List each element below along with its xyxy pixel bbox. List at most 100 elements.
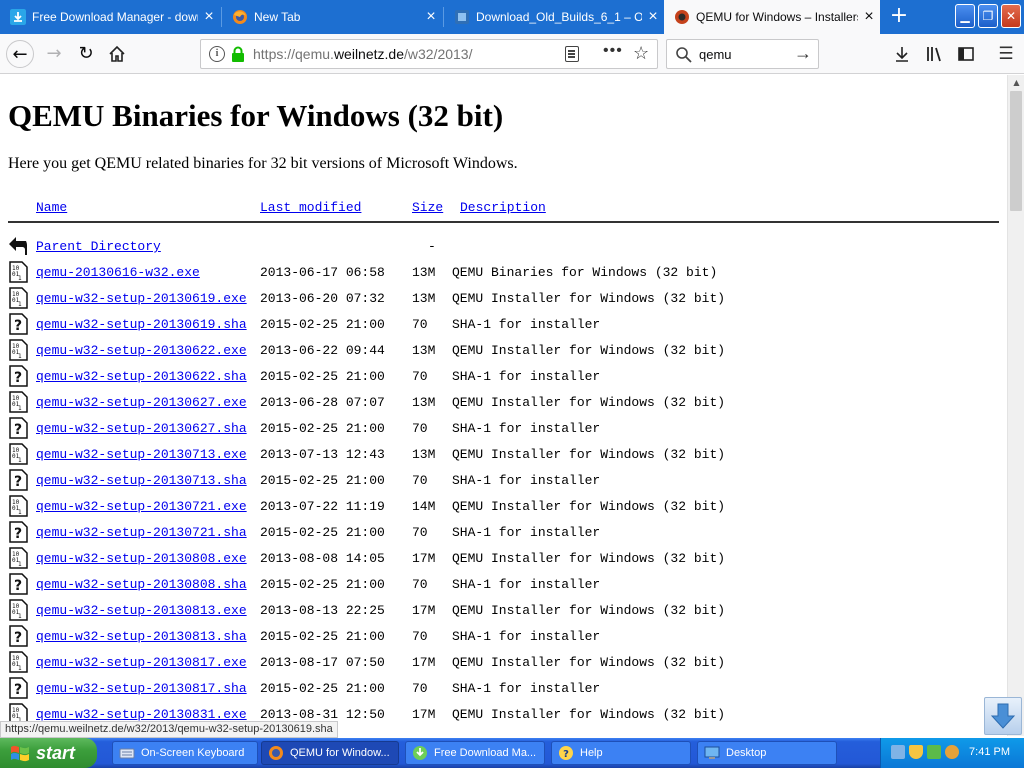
table-row: 10 01 1 qemu-20130616-w32.exe 2013-06-17 06:… <box>0 261 1000 287</box>
svg-text:?: ? <box>14 578 22 594</box>
file-name-link[interactable]: qemu-w32-setup-20130721.exe <box>36 499 247 514</box>
file-name-link[interactable]: qemu-w32-setup-20130627.exe <box>36 395 247 410</box>
column-header-name[interactable]: Name <box>36 200 67 215</box>
column-header-size[interactable]: Size <box>412 200 443 215</box>
unknown-file-icon[interactable]: ? <box>8 521 28 543</box>
search-go-arrow-icon[interactable]: → <box>794 43 812 64</box>
binary-file-icon[interactable]: 10011 <box>8 287 28 309</box>
reload-button[interactable]: ↻ <box>72 40 100 68</box>
downloads-button[interactable] <box>889 41 915 67</box>
file-name-link[interactable]: qemu-w32-setup-20130813.sha <box>36 629 247 644</box>
file-name-link[interactable]: qemu-w32-setup-20130622.exe <box>36 343 247 358</box>
back-button[interactable]: ← <box>6 40 34 68</box>
bookmark-star-icon[interactable]: ☆ <box>633 43 649 64</box>
url-text[interactable]: https://qemu.weilnetz.de/w32/2013/ <box>253 46 472 62</box>
search-bar[interactable]: qemu → <box>666 39 819 69</box>
binary-file-icon[interactable]: 10011 <box>8 495 28 517</box>
binary-file-icon[interactable]: 10011 <box>8 443 28 465</box>
minimize-window-button[interactable]: ▁ <box>955 4 975 28</box>
lock-icon[interactable] <box>231 46 245 63</box>
sidebar-button[interactable] <box>953 41 979 67</box>
taskbar-item-free-download-manager[interactable]: Free Download Ma... <box>405 741 545 765</box>
menu-button[interactable]: ☰ <box>993 41 1019 67</box>
file-name-link[interactable]: qemu-w32-setup-20130721.sha <box>36 525 247 540</box>
page-actions-icon[interactable]: ••• <box>603 42 623 60</box>
tab-title: Download_Old_Builds_6_1 – Ora <box>476 10 642 24</box>
taskbar-item-on-screen-keyboard[interactable]: On-Screen Keyboard <box>112 741 258 765</box>
description-cell: SHA-1 for installer <box>452 317 601 332</box>
file-name-link[interactable]: qemu-w32-setup-20130713.sha <box>36 473 247 488</box>
close-window-button[interactable]: ✕ <box>1001 4 1021 28</box>
keyboard-icon <box>119 748 135 759</box>
binary-file-icon[interactable]: 10011 <box>8 339 28 361</box>
file-name-link[interactable]: qemu-w32-setup-20130622.sha <box>36 369 247 384</box>
forward-arrow-icon: → <box>46 43 62 64</box>
unknown-file-icon[interactable]: ? <box>8 625 28 647</box>
taskbar-item-desktop[interactable]: Desktop <box>697 741 837 765</box>
binary-file-icon[interactable]: 10011 <box>8 599 28 621</box>
info-icon[interactable]: i <box>209 46 225 62</box>
url-bar[interactable]: i https://qemu.weilnetz.de/w32/2013/ •••… <box>200 39 658 69</box>
taskbar-item-help[interactable]: ? Help <box>551 741 691 765</box>
tab-new-tab[interactable]: New Tab × <box>222 0 442 34</box>
binary-file-icon[interactable]: 10011 <box>8 547 28 569</box>
file-name-link[interactable]: qemu-20130616-w32.exe <box>36 265 200 280</box>
taskbar-item-firefox-qemu[interactable]: QEMU for Window... <box>261 741 399 765</box>
close-tab-icon[interactable]: × <box>198 8 220 26</box>
fdm-download-widget[interactable] <box>984 697 1022 735</box>
fdm-tray-icon[interactable] <box>927 745 941 759</box>
file-name-link[interactable]: qemu-w32-setup-20130817.exe <box>36 655 247 670</box>
tab-download-old-builds[interactable]: Download_Old_Builds_6_1 – Ora × <box>444 0 664 34</box>
tab-qemu-installers[interactable]: QEMU for Windows – Installers ( × <box>664 0 880 34</box>
search-input[interactable]: qemu <box>699 47 732 62</box>
vertical-scrollbar[interactable]: ▲ <box>1007 75 1024 736</box>
file-name-link[interactable]: qemu-w32-setup-20130813.exe <box>36 603 247 618</box>
last-modified-cell: 2015-02-25 21:00 <box>260 629 385 644</box>
file-name-link[interactable]: qemu-w32-setup-20130808.sha <box>36 577 247 592</box>
parent-directory-link[interactable]: Parent Directory <box>36 239 161 254</box>
start-button[interactable]: start <box>0 738 97 768</box>
maximize-window-button[interactable]: ❐ <box>978 4 998 28</box>
file-name-link[interactable]: qemu-w32-setup-20130627.sha <box>36 421 247 436</box>
new-tab-button[interactable]: + <box>884 0 914 34</box>
fdm-icon <box>10 9 26 25</box>
binary-file-icon[interactable]: 10011 <box>8 651 28 673</box>
tab-free-download-manager[interactable]: Free Download Manager - downlo × <box>0 0 220 34</box>
close-tab-icon[interactable]: × <box>420 8 442 26</box>
column-header-last-modified[interactable]: Last modified <box>260 200 361 215</box>
unknown-file-icon[interactable]: ? <box>8 469 28 491</box>
binary-file-icon[interactable]: 10011 <box>8 391 28 413</box>
back-arrow-icon[interactable] <box>8 235 28 257</box>
forward-button[interactable]: → <box>40 40 68 68</box>
unknown-file-icon[interactable]: ? <box>8 313 28 335</box>
unknown-file-icon[interactable]: ? <box>8 677 28 699</box>
file-name-link[interactable]: qemu-w32-setup-20130619.exe <box>36 291 247 306</box>
unknown-file-icon[interactable]: ? <box>8 417 28 439</box>
file-name-link[interactable]: qemu-w32-setup-20130831.exe <box>36 707 247 722</box>
last-modified-cell: 2013-07-22 11:19 <box>260 499 385 514</box>
reader-view-icon[interactable] <box>565 46 579 62</box>
file-name-link[interactable]: qemu-w32-setup-20130817.sha <box>36 681 247 696</box>
scroll-up-arrow-icon[interactable]: ▲ <box>1008 75 1024 91</box>
library-button[interactable] <box>921 41 947 67</box>
close-tab-icon[interactable]: × <box>642 8 664 26</box>
last-modified-cell: 2013-08-08 14:05 <box>260 551 385 566</box>
search-tray-icon[interactable] <box>945 745 959 759</box>
unknown-file-icon[interactable]: ? <box>8 573 28 595</box>
column-header-description[interactable]: Description <box>460 200 546 215</box>
file-name-link[interactable]: qemu-w32-setup-20130713.exe <box>36 447 247 462</box>
svg-text:1: 1 <box>18 561 22 568</box>
network-icon[interactable] <box>891 745 905 759</box>
description-cell: QEMU Installer for Windows (32 bit) <box>452 603 726 618</box>
close-tab-icon[interactable]: × <box>858 8 880 26</box>
binary-file-icon[interactable]: 10011 <box>8 261 28 283</box>
home-button[interactable] <box>103 40 131 68</box>
file-name-link[interactable]: qemu-w32-setup-20130808.exe <box>36 551 247 566</box>
unknown-file-icon[interactable]: ? <box>8 365 28 387</box>
table-row: ? qemu-w32-setup-20130813.sha 2015-02-25 2… <box>0 625 1000 651</box>
svg-text:?: ? <box>563 749 569 760</box>
scrollbar-thumb[interactable] <box>1010 91 1022 211</box>
size-cell: 13M <box>412 447 436 462</box>
file-name-link[interactable]: qemu-w32-setup-20130619.sha <box>36 317 247 332</box>
security-shield-icon[interactable] <box>909 745 923 759</box>
